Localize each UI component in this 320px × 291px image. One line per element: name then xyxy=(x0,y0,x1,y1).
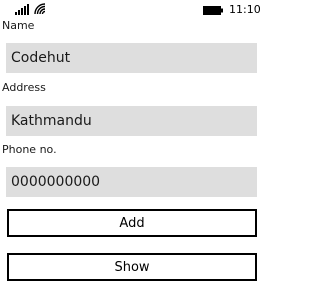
signal-icon xyxy=(15,4,29,15)
phone-input[interactable] xyxy=(6,167,257,197)
name-input[interactable] xyxy=(6,43,257,73)
add-button[interactable]: Add xyxy=(7,209,257,237)
status-bar: 11:10 xyxy=(0,0,265,20)
name-label: Name xyxy=(2,19,35,32)
address-input[interactable] xyxy=(6,106,257,136)
battery-icon xyxy=(203,6,223,15)
phone-label: Phone no. xyxy=(2,143,57,156)
clock: 11:10 xyxy=(229,3,261,16)
wifi-icon xyxy=(34,3,46,15)
show-button[interactable]: Show xyxy=(7,253,257,281)
address-label: Address xyxy=(2,81,46,94)
